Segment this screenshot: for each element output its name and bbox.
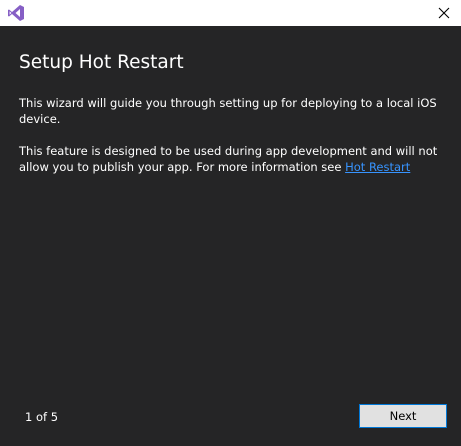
- next-button[interactable]: Next: [359, 404, 447, 428]
- setup-hot-restart-dialog: Setup Hot Restart This wizard will guide…: [0, 0, 461, 446]
- title-bar: [0, 0, 461, 26]
- dialog-content: Setup Hot Restart This wizard will guide…: [19, 26, 439, 175]
- intro-text: This wizard will guide you through setti…: [19, 96, 437, 126]
- close-icon: [438, 7, 450, 19]
- step-counter: 1 of 5: [25, 410, 59, 424]
- visual-studio-logo-icon: [7, 4, 25, 22]
- feature-info-text: This feature is designed to be used duri…: [19, 143, 439, 175]
- hot-restart-link[interactable]: Hot Restart: [345, 160, 410, 174]
- page-title: Setup Hot Restart: [19, 52, 184, 73]
- close-button[interactable]: [427, 0, 461, 26]
